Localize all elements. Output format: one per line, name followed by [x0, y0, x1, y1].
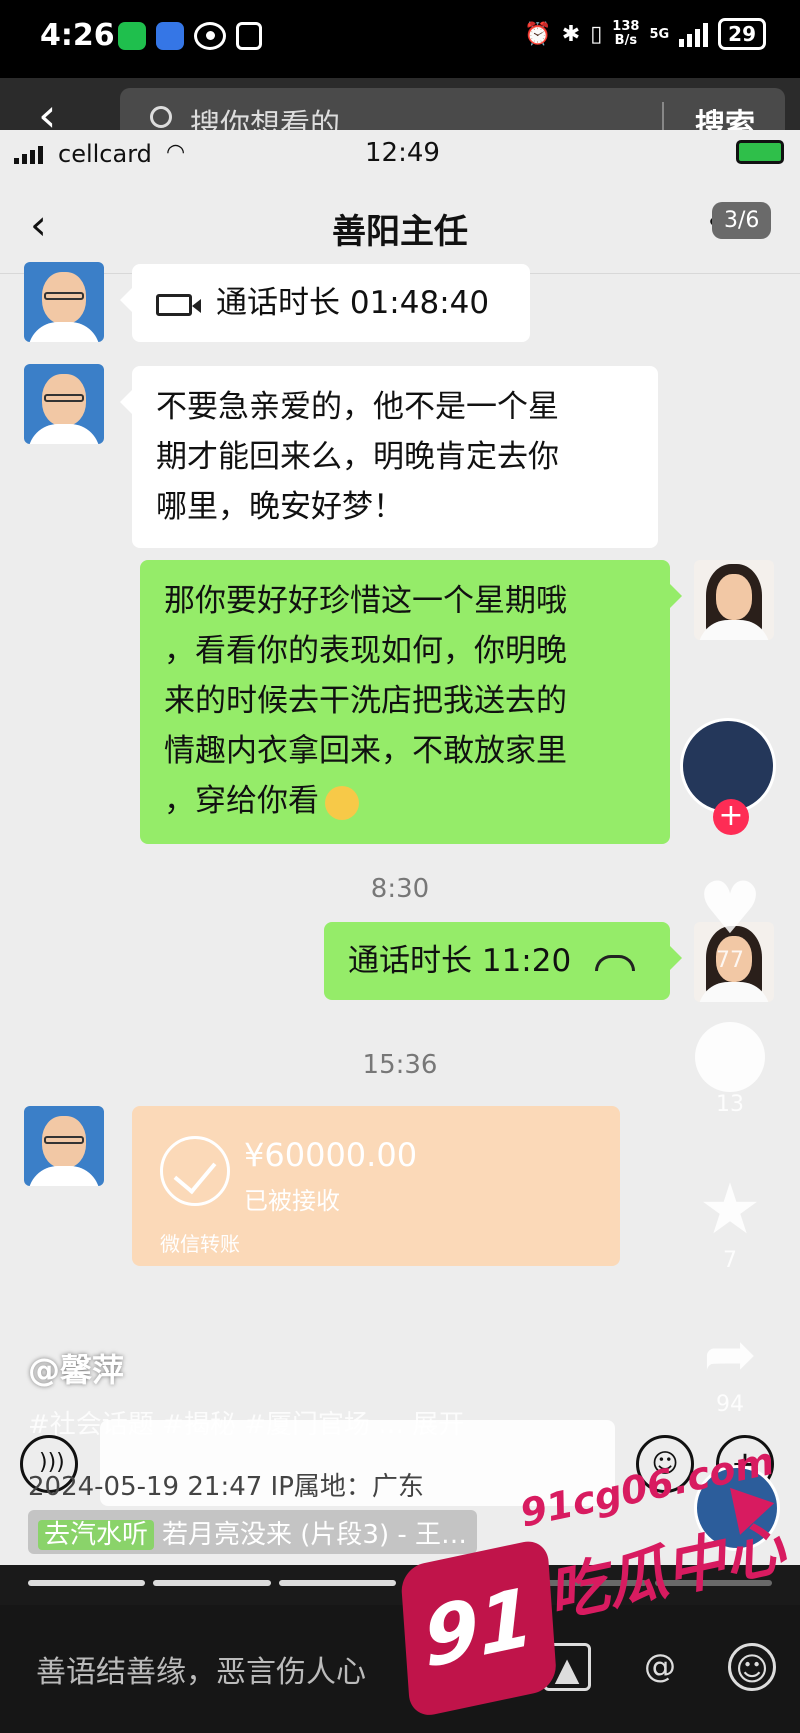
- progress-segment: [529, 1580, 647, 1586]
- contact-avatar[interactable]: [24, 262, 104, 342]
- progress-segment: [28, 1580, 146, 1586]
- creator-avatar[interactable]: +: [680, 718, 776, 835]
- message-bubble[interactable]: 不要急亲爱的，他不是一个星 期才能回来么，明晚肯定去你 哪里，晚安好梦！: [120, 366, 658, 548]
- glasses: [44, 1136, 84, 1144]
- timestamp: 15:36: [362, 1050, 438, 1080]
- smirk-emoji-icon: [325, 785, 359, 820]
- emoji-icon[interactable]: ☺: [728, 1643, 776, 1691]
- share-button[interactable]: ➦ 94: [690, 1318, 770, 1417]
- network-speed: 138 B/s: [612, 20, 639, 48]
- self-avatar[interactable]: [694, 560, 774, 640]
- inner-signal-icon: [14, 144, 43, 164]
- video-call-icon: [156, 293, 201, 316]
- shirt: [28, 322, 100, 342]
- carrier-name: cellcard: [58, 140, 152, 168]
- nfc-icon: [236, 22, 262, 50]
- eye-icon: [194, 22, 226, 50]
- message-line: 来的时候去干洗店把我送去的: [164, 683, 567, 719]
- system-icons: ⏰ ✱ ▯ 138 B/s 5G 29: [524, 18, 766, 50]
- glasses: [44, 394, 84, 402]
- post-meta: 2024-05-19 21:47 IP属地：广东: [28, 1472, 424, 1502]
- message-line: ，看看你的表现如何，你明晚: [164, 633, 567, 669]
- face: [716, 574, 752, 620]
- chat-title: 善阳主任: [332, 212, 468, 252]
- call-duration: 通话时长 11:20: [348, 943, 572, 979]
- timestamp: 8:30: [370, 874, 430, 904]
- message-line-text: ，穿给你看: [164, 783, 319, 819]
- favorite-button[interactable]: ★ 7: [690, 1170, 770, 1273]
- author-name[interactable]: @馨萍: [28, 1345, 124, 1391]
- inner-time: 12:49: [365, 138, 440, 168]
- progress-segment: [654, 1580, 772, 1586]
- bluetooth-icon: ✱: [561, 21, 581, 47]
- transfer-card[interactable]: ¥60000.00 已被接收 微信转账: [132, 1106, 620, 1266]
- transfer-footer: 微信转账: [160, 1232, 240, 1256]
- speed-value: 138: [612, 19, 640, 34]
- video-tags[interactable]: #社会话题 #揭秘 #厦门官场 … 展开: [28, 1404, 464, 1441]
- check-icon: [160, 1136, 230, 1206]
- notification-icons: [118, 22, 262, 50]
- progress-segment: [278, 1580, 396, 1586]
- glasses: [44, 292, 84, 300]
- transfer-amount: ¥60000.00: [244, 1136, 418, 1174]
- progress-segment: [403, 1580, 522, 1586]
- phone-status-bar: 4:26 ⏰ ✱ ▯ 138 B/s 5G 29: [0, 0, 800, 78]
- divider: [662, 102, 664, 132]
- music-bar[interactable]: 去汽水听 若月亮没来 (片段3) - 王…: [28, 1510, 478, 1554]
- transfer-status: 已被接收: [244, 1187, 340, 1215]
- music-pill[interactable]: 去汽水听: [38, 1520, 155, 1550]
- star-icon: ★: [698, 1168, 762, 1250]
- signal-icon: [679, 21, 709, 47]
- call-record-bubble[interactable]: 通话时长 01:48:40: [120, 264, 530, 342]
- follow-plus-icon[interactable]: +: [713, 799, 749, 835]
- mention-icon[interactable]: @: [636, 1643, 684, 1691]
- heart-icon: ♥: [697, 866, 763, 950]
- video-progress[interactable]: [28, 1580, 772, 1586]
- image-icon[interactable]: ▲: [543, 1643, 591, 1691]
- battery-icon: 29: [718, 18, 766, 50]
- comment-input[interactable]: 善语结善缘，恶言伤人心: [36, 1647, 366, 1691]
- music-title: 若月亮没来 (片段3) - 王…: [162, 1520, 468, 1550]
- comment-icon: [695, 1022, 765, 1092]
- phone-hangup-icon: [595, 954, 636, 971]
- emoji-icon: ☺: [636, 1435, 694, 1493]
- message-line: 哪里，晚安好梦！: [156, 489, 404, 525]
- comment-button[interactable]: 13: [690, 1022, 770, 1117]
- message-line: 那你要好好珍惜这一个星期哦: [164, 583, 567, 619]
- speed-unit: B/s: [614, 33, 638, 48]
- sent-message-bubble[interactable]: 那你要好好珍惜这一个星期哦 ，看看你的表现如何，你明晚 来的时候去干洗店把我送去…: [140, 560, 682, 844]
- shirt: [28, 424, 100, 444]
- message-line: ，穿给你看: [164, 776, 646, 826]
- inner-battery-icon: [736, 140, 784, 164]
- like-button[interactable]: ♥ 77: [690, 868, 770, 973]
- share-arrow-icon: ➦: [703, 1318, 757, 1392]
- wechat-icon: [118, 22, 146, 50]
- like-count: 77: [716, 948, 744, 973]
- search-icon: [150, 106, 172, 128]
- comment-bar: 善语结善缘，恶言伤人心 ▲ @ ☺: [0, 1605, 800, 1733]
- progress-segment: [153, 1580, 271, 1586]
- wifi-app-icon: [156, 22, 184, 50]
- comment-count: 13: [716, 1092, 744, 1117]
- message-line: 不要急亲爱的，他不是一个星: [156, 389, 559, 425]
- music-disc-icon[interactable]: [694, 1465, 780, 1551]
- favorite-count: 7: [723, 1248, 737, 1273]
- inner-status-bar: cellcard ◠ 12:49: [0, 130, 800, 176]
- contact-avatar[interactable]: [24, 1106, 104, 1186]
- vibrate-icon: ▯: [590, 21, 603, 47]
- status-time: 4:26: [40, 18, 115, 53]
- network-type: 5G: [649, 26, 670, 42]
- page-indicator: 3/6: [712, 202, 772, 239]
- message-line: 期才能回来么，明晚肯定去你: [156, 439, 559, 475]
- chat-header: ‹ 善阳主任 •••: [0, 176, 800, 274]
- share-count: 94: [716, 1392, 744, 1417]
- alarm-icon: ⏰: [524, 21, 552, 47]
- message-line: 情趣内衣拿回来，不敢放家里: [164, 733, 567, 769]
- contact-avatar[interactable]: [24, 364, 104, 444]
- shirt: [28, 1166, 100, 1186]
- call-duration: 通话时长 01:48:40: [216, 285, 490, 321]
- wifi-icon: ◠: [166, 140, 186, 165]
- call-record-bubble[interactable]: 通话时长 11:20: [324, 922, 682, 1000]
